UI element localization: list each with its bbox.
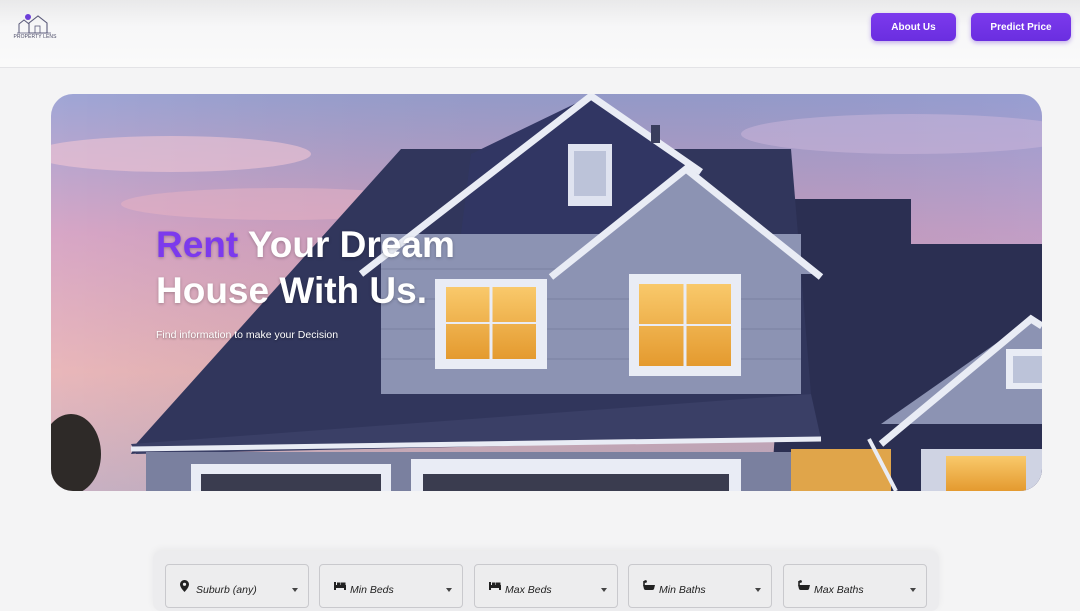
bed-icon <box>334 582 346 590</box>
hero-title-accent: Rent <box>156 224 239 265</box>
property-lens-logo[interactable]: PROPERTY LENS <box>12 13 58 43</box>
min-baths-select-label: Min Baths <box>659 584 706 596</box>
chevron-down-icon <box>755 588 761 592</box>
max-baths-select[interactable]: Max Baths <box>783 564 927 608</box>
hero-title-line1: Your Dream <box>247 224 455 265</box>
house-logo-icon <box>17 14 51 34</box>
max-beds-select-label: Max Beds <box>505 584 552 596</box>
chevron-down-icon <box>910 588 916 592</box>
bathtub-icon <box>643 580 655 590</box>
chevron-down-icon <box>601 588 607 592</box>
max-baths-select-label: Max Baths <box>814 584 864 596</box>
bathtub-icon <box>798 580 810 590</box>
suburb-select[interactable]: Suburb (any) <box>165 564 309 608</box>
hero-subtitle: Find information to make your Decision <box>156 329 339 341</box>
min-baths-select[interactable]: Min Baths <box>628 564 772 608</box>
hero-title-line2: House With Us. <box>156 270 428 311</box>
hero-banner: Rent Your Dream House With Us. Find info… <box>51 94 1042 491</box>
predict-price-button[interactable]: Predict Price <box>971 13 1071 41</box>
map-pin-icon <box>180 580 189 592</box>
bed-icon <box>489 582 501 590</box>
max-beds-select[interactable]: Max Beds <box>474 564 618 608</box>
min-beds-select[interactable]: Min Beds <box>319 564 463 608</box>
suburb-select-label: Suburb (any) <box>196 584 257 596</box>
hero-title: Rent Your Dream House With Us. <box>156 222 576 314</box>
about-us-button[interactable]: About Us <box>871 13 956 41</box>
chevron-down-icon <box>446 588 452 592</box>
logo-text: PROPERTY LENS <box>13 34 57 40</box>
site-header: PROPERTY LENS About Us Predict Price <box>0 0 1080 68</box>
chevron-down-icon <box>292 588 298 592</box>
min-beds-select-label: Min Beds <box>350 584 394 596</box>
